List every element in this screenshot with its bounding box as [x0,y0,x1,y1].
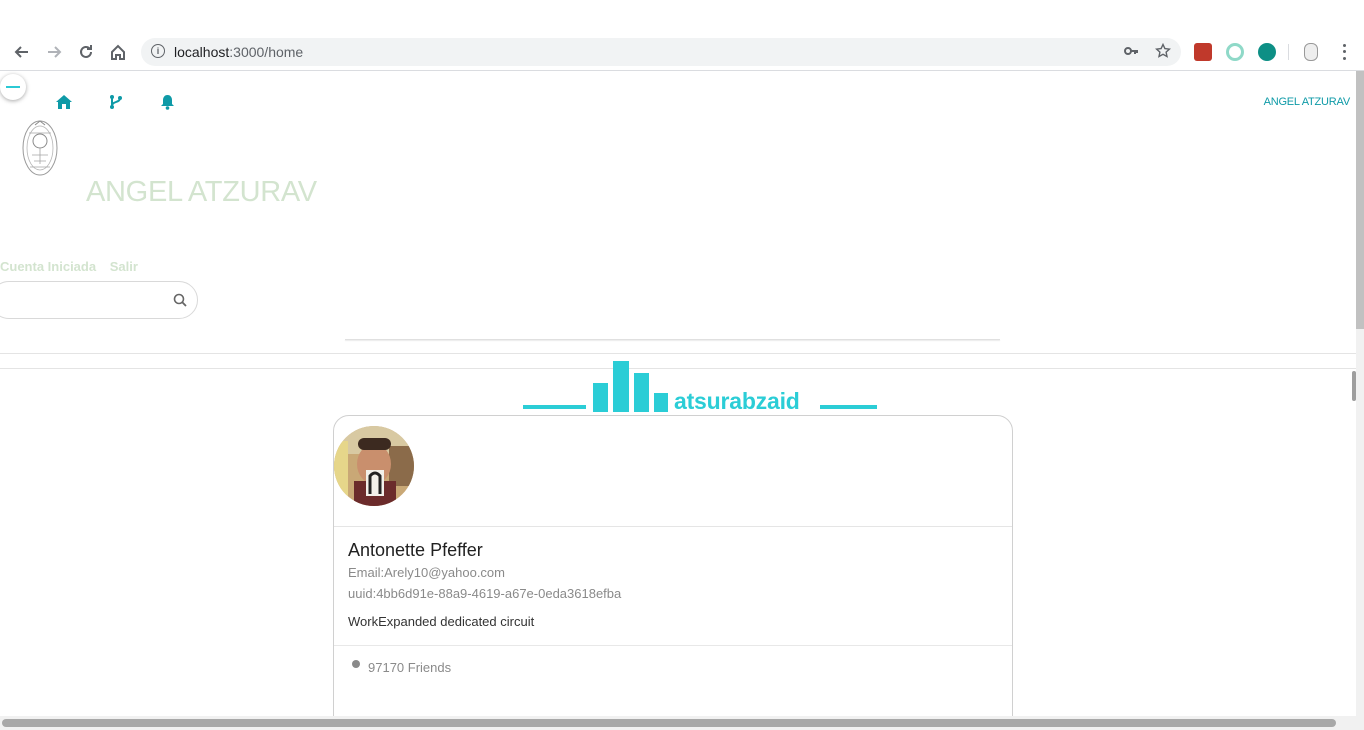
profile-email: Email:Arely10@yahoo.com [348,565,505,580]
page-title: ANGEL ATZURAV [86,176,317,208]
vertical-scrollbar-thumb[interactable] [1356,71,1364,329]
avatar [334,426,414,506]
url-text: localhost:3000/home [174,44,304,60]
forward-icon[interactable] [42,40,66,64]
vertical-scrollbar[interactable] [1352,71,1364,716]
horizontal-scrollbar[interactable] [0,716,1364,730]
brand-name: atsurabzaid [674,388,800,414]
branch-icon[interactable] [108,94,126,110]
horizontal-scrollbar-thumb[interactable] [2,719,1336,727]
brand-logo: atsurabzaid [523,359,878,415]
profile-icon[interactable] [1304,43,1318,61]
wave-icon [6,86,20,88]
extension-red-icon[interactable] [1194,43,1212,61]
reload-icon[interactable] [74,40,98,64]
browser-menu-icon[interactable] [1336,42,1352,62]
home-browser-icon[interactable] [106,40,130,64]
profile-card-header [334,416,1012,527]
session-status-link[interactable]: Cuenta Iniciada [0,259,96,274]
extension-ring-icon[interactable] [1226,43,1244,61]
page-viewport: ANGEL ATZURAV ANGEL ATZURAV Cuenta Inici… [0,71,1356,716]
logout-link[interactable]: Salir [110,259,138,274]
home-icon[interactable] [55,94,73,110]
search-icon[interactable] [173,293,187,307]
floating-menu-button[interactable] [0,74,26,100]
star-icon[interactable] [1154,42,1172,63]
back-icon[interactable] [10,40,34,64]
session-links: Cuenta Iniciada Salir [0,259,148,274]
section-divider-top [0,353,1356,354]
header-divider [345,339,1000,340]
extension-palette-icon[interactable] [1258,43,1276,61]
address-bar[interactable]: i localhost:3000/home [141,38,1181,66]
friends-icon [352,660,360,668]
user-link[interactable]: ANGEL ATZURAV [1264,96,1351,108]
profile-uuid: uuid:4bb6d91e-88a9-4619-a67e-0eda3618efb… [348,586,622,601]
profile-card: Antonette Pfeffer Email:Arely10@yahoo.co… [333,415,1013,716]
inner-scrollbar-thumb[interactable] [1352,371,1356,401]
search-input[interactable] [0,281,198,319]
info-icon[interactable]: i [151,44,165,58]
key-icon[interactable] [1123,43,1139,63]
profile-work: WorkExpanded dedicated circuit [348,614,535,629]
profile-name: Antonette Pfeffer [348,540,483,560]
browser-toolbar: i localhost:3000/home [0,0,1364,71]
toolbar-separator [1288,44,1289,60]
bell-icon[interactable] [160,94,178,110]
friends-count: 97170 Friends [368,660,452,675]
profile-card-divider [334,645,1012,646]
emblem-logo [20,117,60,179]
